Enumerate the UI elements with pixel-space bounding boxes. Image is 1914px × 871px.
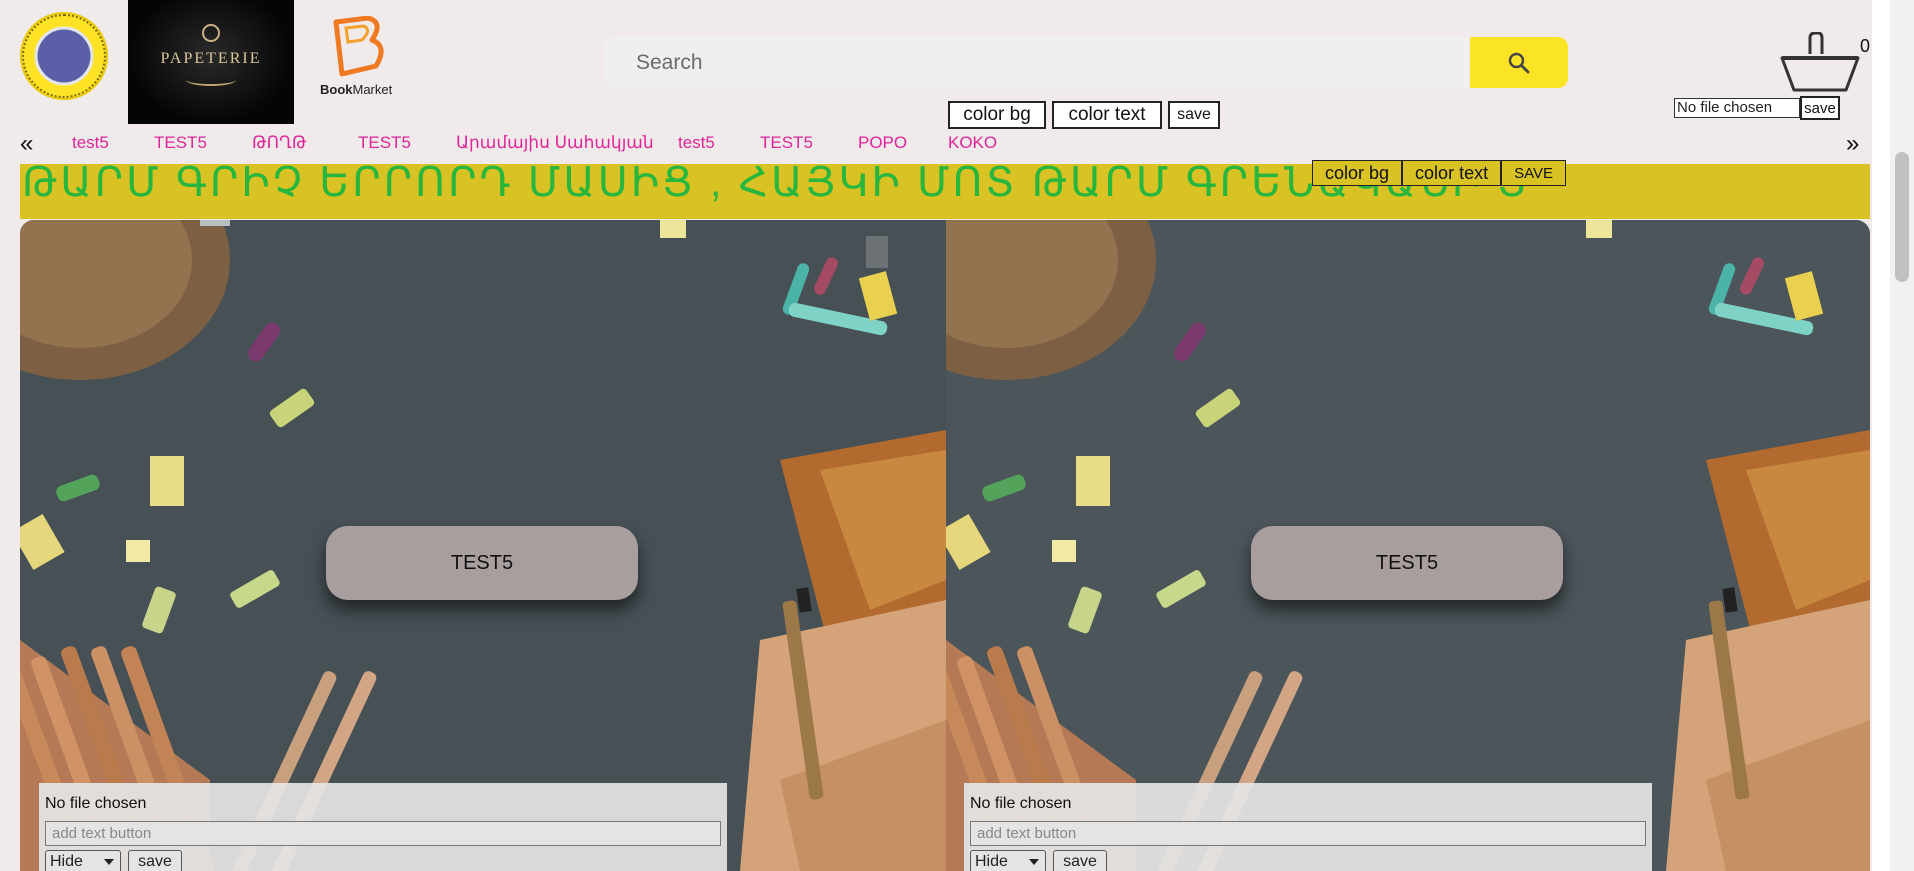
scrollbar-thumb[interactable] [1895,152,1909,282]
nav-item[interactable]: test5 [678,133,715,153]
nav-prev-arrow[interactable]: « [20,132,33,156]
slide-cta-button[interactable]: TEST5 [1251,526,1563,600]
nav-item[interactable]: KOKO [948,133,997,153]
header-file-input[interactable]: No file chosen [1674,98,1800,118]
header-color-text-button[interactable]: color text [1052,101,1162,129]
chevron-down-icon [1029,859,1039,865]
logo-papeterie[interactable]: PAPETERIE [128,0,294,124]
papeterie-emblem-icon [202,24,220,42]
page-scrollbar[interactable] [1890,0,1914,871]
banner-save-button[interactable]: SAVE [1501,160,1566,186]
logo-bookmarket[interactable]: BookMarket [316,16,402,102]
slide-button-text-input[interactable] [970,821,1646,846]
chevron-down-icon [104,859,114,865]
nav-item[interactable]: test5 [72,133,109,153]
search-bar [604,37,1568,88]
nav-item[interactable]: POPO [858,133,907,153]
nav-item[interactable]: TEST5 [358,133,411,153]
search-input[interactable] [604,37,1470,88]
search-button[interactable] [1470,37,1568,88]
nav-item[interactable]: Արամայիս Սահակյան [456,133,654,153]
announcement-banner: ԹԱՐՄ ԳՐԻՉ ԵՐՐՈՐԴ ՄԱՍԻՑ , ՀԱՅԿԻ ՄՈՏ ԹԱՐՄ … [20,164,1870,219]
logo-bookmarket-text: BookMarket [320,82,393,97]
slide-save-button[interactable]: save [128,850,182,871]
nav-item[interactable]: TEST5 [760,133,813,153]
cart-count: 0 [1860,36,1871,56]
bookmarket-b-icon [333,16,384,77]
page: PAPETERIE BookMarket color bg color text… [0,0,1872,871]
slide-cta-button[interactable]: TEST5 [326,526,638,600]
slide-file-input[interactable]: No file chosen [45,795,146,813]
header-upload-save-button[interactable]: save [1800,96,1840,120]
slide-visibility-select[interactable]: Hide [45,850,121,871]
search-icon [1508,52,1530,73]
slide-button-text-input[interactable] [45,821,721,846]
banner-color-text-button[interactable]: color text [1402,160,1502,186]
slide-card: TEST5 No file chosen Hide save [946,220,1870,871]
header-color-bg-button[interactable]: color bg [948,101,1046,129]
logo-emblem[interactable] [20,12,108,100]
banner-color-bg-button[interactable]: color bg [1312,160,1403,186]
logo-papeterie-text: PAPETERIE [160,50,262,67]
slide-visibility-select[interactable]: Hide [970,850,1046,871]
slide-edit-panel: No file chosen Hide save [964,783,1652,871]
slide-card: TEST5 No file chosen Hide save [20,220,946,871]
slide-save-button[interactable]: save [1053,850,1107,871]
banner-marquee-text: ԹԱՐՄ ԳՐԻՉ ԵՐՐՈՐԴ ՄԱՍԻՑ , ՀԱՅԿԻ ՄՈՏ ԹԱՐՄ … [22,164,1530,205]
slide-edit-panel: No file chosen Hide save [39,783,727,871]
header-save-button[interactable]: save [1168,101,1220,129]
nav-item[interactable]: ԹՈՂԹ [252,133,306,153]
nav-next-arrow[interactable]: » [1846,132,1859,156]
slide-file-input[interactable]: No file chosen [970,795,1071,813]
banner-style-controls: color bg color text SAVE [1312,160,1566,186]
nav-item[interactable]: TEST5 [154,133,207,153]
shopping-basket-icon[interactable] [1780,32,1860,94]
